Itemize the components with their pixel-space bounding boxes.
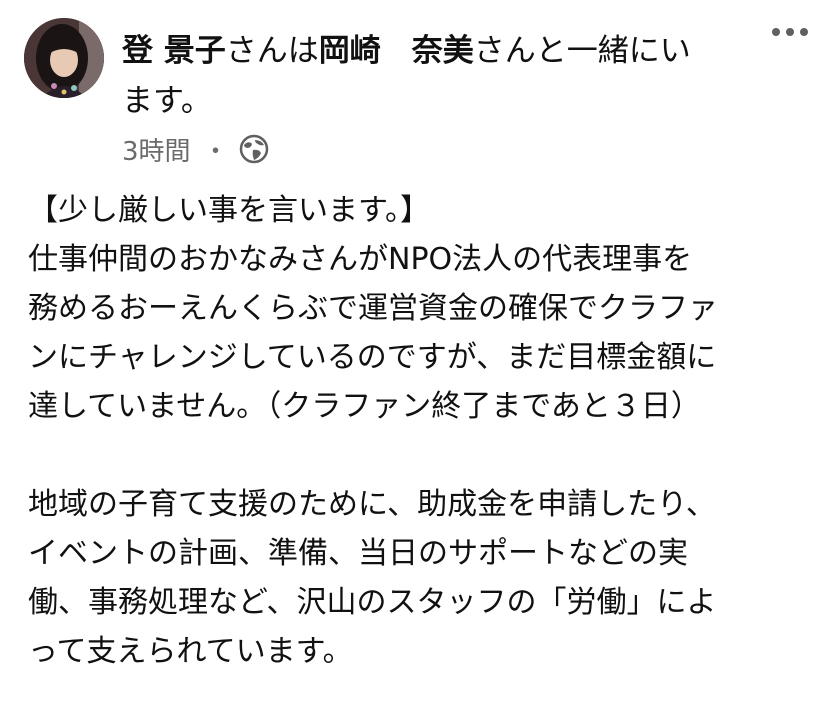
body-line: 達していません。（クラファン終了まであと３日） [28, 389, 701, 424]
body-line: って支えられています。 [28, 634, 353, 669]
post-body: 【少し厳しい事を言います。】 仕事仲間のおかなみさんがNPO法人の代表理事を 務… [28, 186, 818, 676]
header-connector: さんは [225, 33, 319, 69]
more-options-icon[interactable] [772, 28, 808, 36]
globe-icon[interactable] [239, 134, 269, 164]
header-line-1: 登 景子さんは岡崎 奈美さんと一緒にい [122, 26, 742, 76]
post-meta: 3時間 ・ [122, 130, 269, 168]
body-line: 働、事務処理など、沢山のスタッフの「労働」によ [28, 585, 717, 620]
body-line: 仕事仲間のおかなみさんがNPO法人の代表理事を [28, 242, 693, 277]
author-name[interactable]: 登 景子 [122, 33, 226, 69]
post-card: 登 景子さんは岡崎 奈美さんと一緒にい ます。 3時間 ・ 【少し厳しい事を言い… [0, 0, 828, 717]
timestamp[interactable]: 3時間 [122, 131, 191, 168]
body-line: 務めるおーえんくらぶで運営資金の確保でクラファ [28, 291, 718, 326]
header-line-2: ます。 [122, 83, 212, 119]
body-line: 【少し厳しい事を言います。】 [28, 193, 430, 228]
header-suffix: さんと一緒にい [473, 33, 691, 69]
post-header: 登 景子さんは岡崎 奈美さんと一緒にい ます。 [122, 26, 742, 126]
body-line: ンにチャレンジしているのですが、まだ目標金額に [28, 340, 717, 375]
body-line: 地域の子育て支援のために、助成金を申請したり、 [28, 487, 716, 522]
avatar[interactable] [24, 18, 104, 98]
tagged-user-name[interactable]: 岡崎 奈美 [319, 33, 474, 69]
profile-photo [24, 18, 104, 98]
meta-separator: ・ [202, 136, 229, 167]
body-line: イベントの計画、準備、当日のサポートなどの実 [28, 536, 688, 571]
